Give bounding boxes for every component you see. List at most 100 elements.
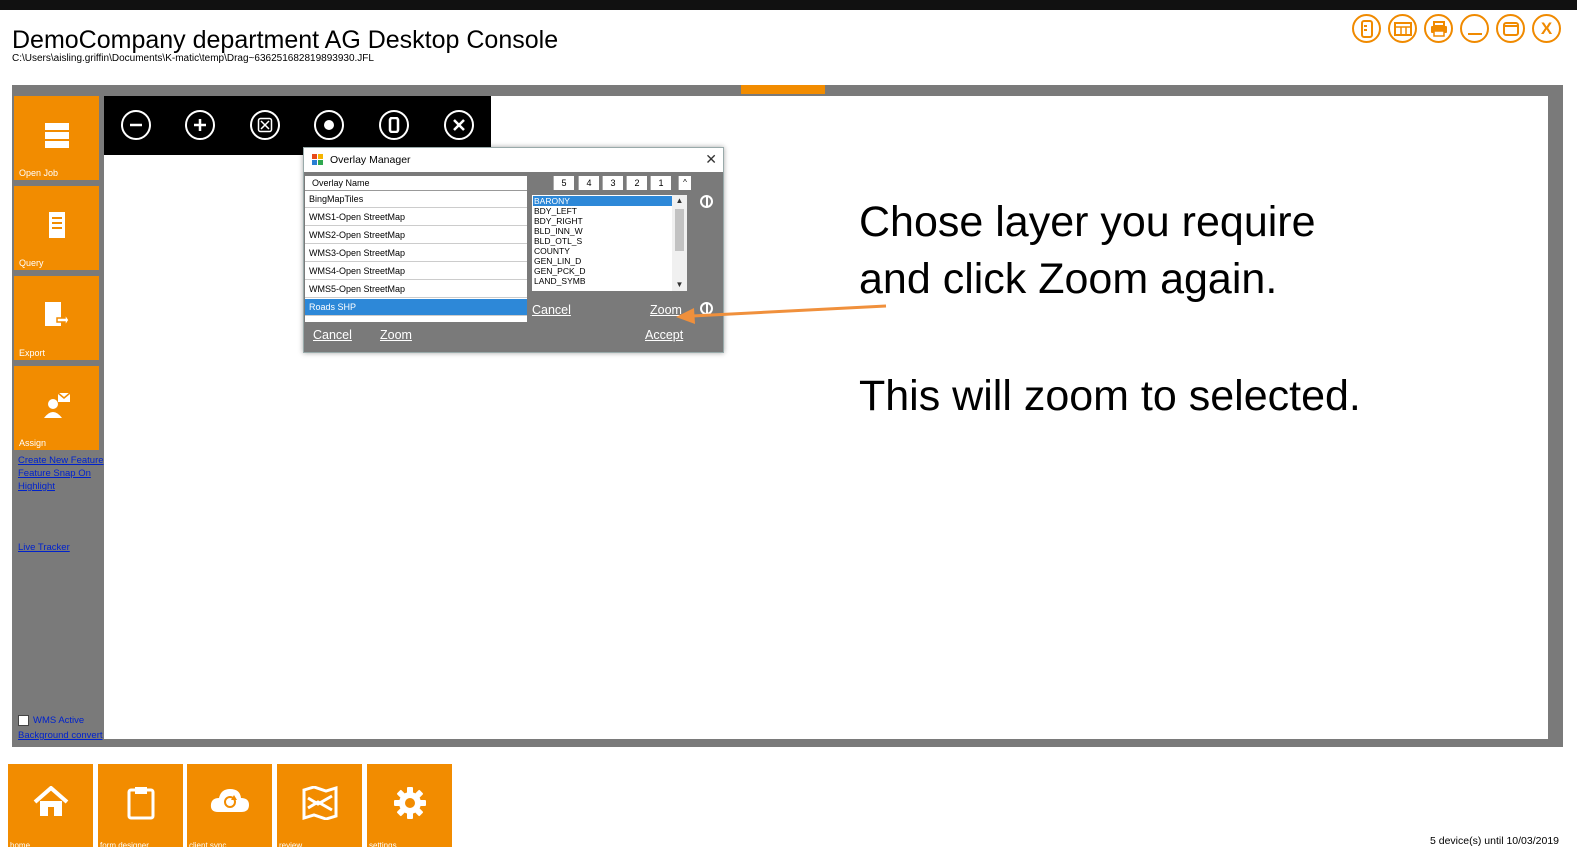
layer-list-scrollbar[interactable]: ▲ ▼ [672,195,687,291]
assign-label: Assign [19,438,47,448]
server-icon [44,123,69,148]
column-header-3[interactable]: 3 [602,176,623,190]
dialog-close-icon[interactable]: ✕ [705,152,717,166]
gear-icon [393,787,426,819]
table-button[interactable] [1388,14,1417,43]
review-tile[interactable]: review [277,764,362,850]
column-header-4[interactable]: 4 [578,176,599,190]
table-icon [1393,21,1412,36]
column-header-2[interactable]: 2 [626,176,647,190]
query-label: Query [19,258,44,268]
home-tile[interactable]: home [8,764,93,850]
pause-icon [388,117,400,133]
license-status: 5 device(s) until 10/03/2019 [1430,835,1559,847]
top-bar [0,0,1577,10]
top-tab[interactable] [741,85,825,94]
center-button[interactable] [314,110,344,140]
settings-tile[interactable]: settings [367,764,452,850]
overlay-name-header: Overlay Name [312,178,370,188]
client-sync-tile[interactable]: client sync [187,764,272,850]
layer-item[interactable]: GEN_LIN_D [534,256,581,266]
open-job-label: Open Job [19,168,59,178]
assign-tile[interactable]: Assign [14,366,99,450]
overlay-row[interactable]: WMS1-Open StreetMap [305,209,527,226]
annotation-arrow [676,304,887,324]
wms-active-row: WMS Active [18,715,84,726]
annotation-line-3: This will zoom to selected. [859,372,1361,420]
overlay-list: Overlay Name BingMapTiles WMS1-Open Stre… [305,176,527,322]
layer-item[interactable]: COUNTY [534,246,570,256]
overlay-row[interactable]: WMS4-Open StreetMap [305,263,527,280]
zoom-out-button[interactable] [121,110,151,140]
minimize-button[interactable] [1460,14,1489,43]
close-icon: X [1540,19,1553,38]
overlay-row[interactable]: WMS3-Open StreetMap [305,245,527,262]
column-header-5[interactable]: 5 [553,176,574,190]
home-label: home [10,841,31,850]
close-button[interactable]: X [1532,14,1561,43]
print-icon [1430,20,1447,37]
layer-cancel-link[interactable]: Cancel [532,303,571,317]
assign-user-icon [43,392,70,418]
print-button[interactable] [1424,14,1453,43]
pause-button[interactable] [379,110,409,140]
overlay-row-selected[interactable]: Roads SHP [305,299,527,316]
overlay-row[interactable]: BingMapTiles [305,191,527,208]
layer-item[interactable]: BDY_LEFT [534,206,577,216]
zoom-extent-button[interactable] [250,110,280,140]
panel-button[interactable] [1352,14,1381,43]
center-icon [324,120,334,130]
list-scroll-up-button[interactable]: ^ [678,176,691,190]
app-title: DemoCompany department AG Desktop Consol… [12,26,559,54]
home-icon [33,786,68,816]
export-tile[interactable]: Export [14,276,99,360]
background-convert-link[interactable]: Background convert [18,730,103,741]
dialog-titlebar[interactable]: Overlay Manager ✕ [304,148,723,172]
maximize-icon [1502,21,1519,36]
live-tracker-link[interactable]: Live Tracker [18,542,70,553]
feature-snap-on-link[interactable]: Feature Snap On [18,468,91,479]
drag-handle-icon[interactable] [700,195,713,208]
layer-item[interactable]: GEN_PCK_D [534,266,586,276]
clipboard-icon [127,787,154,820]
window-controls: X [1352,14,1561,43]
highlight-link[interactable]: Highlight [18,481,55,492]
scrollbar-thumb[interactable] [675,209,684,251]
annotation-line-2: and click Zoom again. [859,255,1278,303]
wms-active-checkbox[interactable] [18,715,29,726]
create-new-feature-link[interactable]: Create New Feature [18,455,104,466]
layer-item[interactable]: LAND_SYMB [534,276,586,286]
maximize-button[interactable] [1496,14,1525,43]
review-label: review [279,841,303,850]
column-header-1[interactable]: 1 [650,176,671,190]
layer-list: BARONY BDY_LEFT BDY_RIGHT BLD_INN_W BLD_… [532,195,687,291]
zoom-out-icon [130,123,142,127]
annotation-line-1: Chose layer you require [859,198,1316,246]
overlay-row[interactable]: WMS5-Open StreetMap [305,281,527,298]
overlay-row[interactable]: WMS2-Open StreetMap [305,227,527,244]
query-tile[interactable]: Query [14,186,99,270]
client-sync-label: client sync [189,841,227,850]
zoom-in-icon [194,119,206,131]
chevron-down-icon[interactable]: ▼ [672,279,687,291]
layer-item[interactable]: BDY_RIGHT [534,216,583,226]
export-label: Export [19,348,46,358]
chevron-up-icon[interactable]: ▲ [672,195,687,207]
clear-button[interactable] [444,110,474,140]
dialog-title: Overlay Manager [330,154,411,166]
accept-link[interactable]: Accept [645,328,683,342]
layer-item-selected[interactable]: BARONY [533,196,672,206]
overlay-list-header: Overlay Name [305,176,527,191]
document-icon [48,212,65,238]
export-icon [44,302,69,328]
cloud-sync-icon [210,789,249,812]
layer-item[interactable]: BLD_OTL_S [534,236,582,246]
zoom-in-button[interactable] [185,110,215,140]
cancel-link[interactable]: Cancel [313,328,352,342]
layer-item[interactable]: BLD_INN_W [534,226,583,236]
zoom-link[interactable]: Zoom [380,328,412,342]
open-job-tile[interactable]: Open Job [14,96,99,180]
form-designer-tile[interactable]: form designer [98,764,183,850]
settings-label: settings [369,841,397,850]
minimize-icon [1467,32,1482,35]
